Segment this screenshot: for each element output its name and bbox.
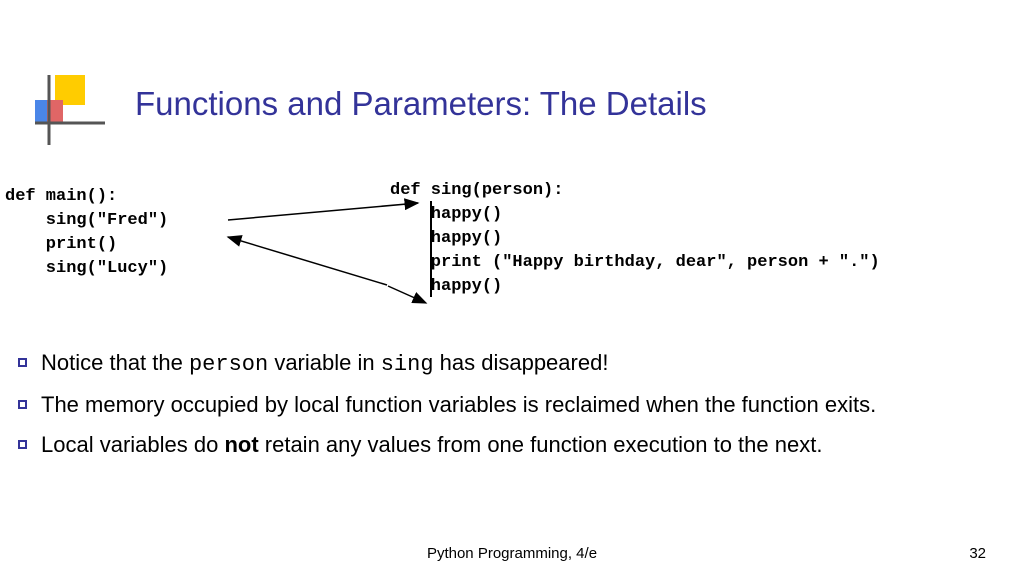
bullet-item: The memory occupied by local function va… — [18, 390, 998, 420]
bullet-text: The memory occupied by local function va… — [41, 390, 998, 420]
bullet-item: Local variables do not retain any values… — [18, 430, 998, 460]
code-diagram: def main(): sing("Fred") print() sing("L… — [0, 185, 1024, 315]
bullet-marker — [18, 400, 27, 409]
bullet-marker — [18, 358, 27, 367]
code-sing-def: def sing(person): happy() happy() print … — [390, 179, 880, 299]
bullet-list: Notice that the person variable in sing … — [18, 348, 998, 470]
bullet-text: Local variables do not retain any values… — [41, 430, 998, 460]
footer-book-title: Python Programming, 4/e — [0, 545, 1024, 562]
bullet-text: Notice that the person variable in sing … — [41, 348, 998, 380]
vertical-bracket — [430, 201, 432, 297]
bullet-item: Notice that the person variable in sing … — [18, 348, 998, 380]
footer-page-number: 32 — [969, 545, 986, 562]
slide-logo — [35, 75, 105, 145]
code-main-def: def main(): sing("Fred") print() sing("L… — [5, 185, 168, 281]
slide-title: Functions and Parameters: The Details — [135, 85, 707, 123]
bullet-marker — [18, 440, 27, 449]
